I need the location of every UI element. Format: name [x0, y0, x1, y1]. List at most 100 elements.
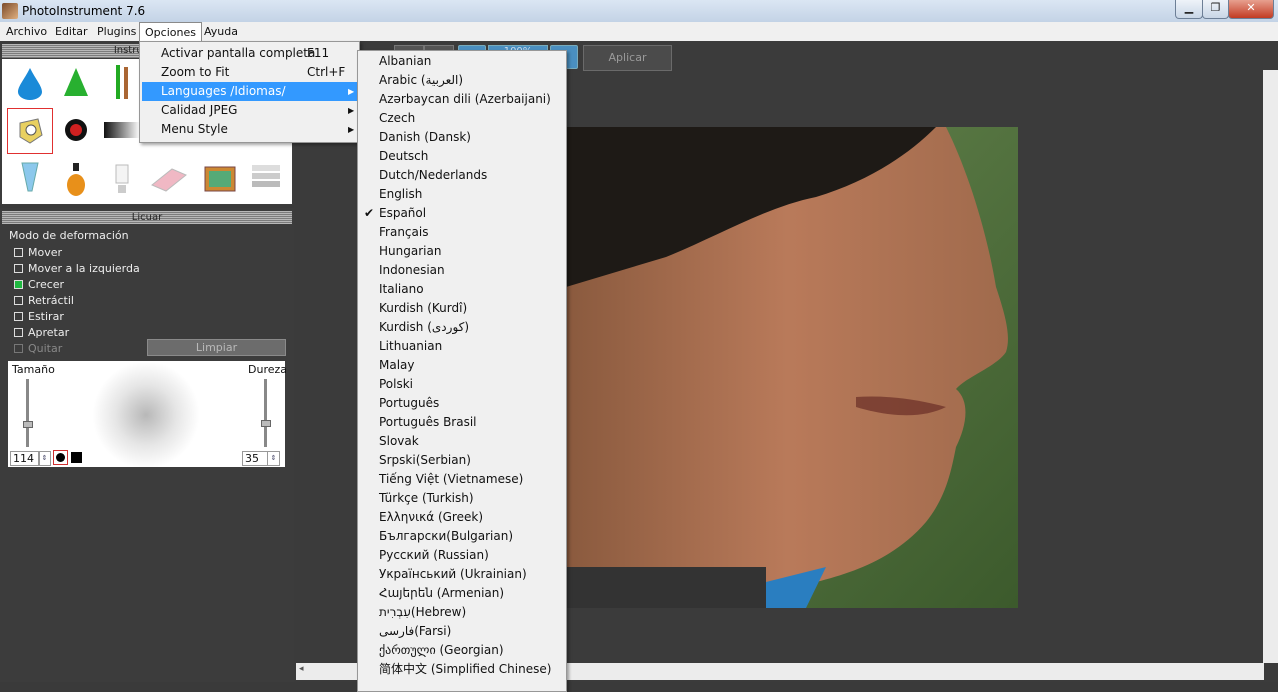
language-item[interactable]: ქართული (Georgian)	[360, 641, 564, 660]
language-item[interactable]: Arabic (العربية)	[360, 71, 564, 90]
language-item[interactable]: Dutch/Nederlands	[360, 166, 564, 185]
submenu-arrow-icon: ▶	[348, 106, 355, 115]
language-item[interactable]: Kurdish (كوردی)	[360, 318, 564, 337]
menu-archivo[interactable]: Archivo	[1, 22, 52, 41]
round-brush-button[interactable]	[53, 450, 68, 465]
language-item[interactable]: Czech	[360, 109, 564, 128]
menu-plugins[interactable]: Plugins	[92, 22, 141, 41]
language-item[interactable]: Indonesian	[360, 261, 564, 280]
language-item[interactable]: Azərbaycan dili (Azerbaijani)	[360, 90, 564, 109]
glass-tool[interactable]	[8, 157, 52, 201]
size-input[interactable]: 114	[10, 451, 40, 466]
checkbox-icon[interactable]	[14, 328, 23, 337]
size-slider[interactable]	[26, 379, 29, 447]
brush-tool[interactable]	[100, 61, 144, 105]
photo-canvas[interactable]	[566, 127, 1018, 608]
language-item[interactable]: Srpski(Serbian)	[360, 451, 564, 470]
menu-item-jpeg-quality[interactable]: Calidad JPEG ▶	[142, 101, 357, 120]
liquify-tool[interactable]	[7, 108, 53, 154]
language-item[interactable]: Français	[360, 223, 564, 242]
size-slider-handle[interactable]	[23, 421, 33, 428]
window-title: PhotoInstrument 7.6	[22, 4, 146, 18]
red-eye-tool[interactable]	[54, 108, 98, 152]
menu-ayuda[interactable]: Ayuda	[199, 22, 243, 41]
option-estirar[interactable]: Estirar	[14, 310, 64, 324]
menu-item-fullscreen[interactable]: Activar pantalla completa F11	[142, 44, 357, 63]
menu-item-menu-style[interactable]: Menu Style ▶	[142, 120, 357, 139]
language-item[interactable]: Български(Bulgarian)	[360, 527, 564, 546]
language-item[interactable]: English	[360, 185, 564, 204]
option-mover[interactable]: Mover	[14, 246, 62, 260]
eraser-tool[interactable]	[146, 157, 190, 201]
language-item[interactable]: Tiếng Việt (Vietnamese)	[360, 470, 564, 489]
language-item[interactable]: Український (Ukrainian)	[360, 565, 564, 584]
language-item[interactable]: Malay	[360, 356, 564, 375]
option-retractil[interactable]: Retráctil	[14, 294, 74, 308]
options-menu: Activar pantalla completa F11 Zoom to Fit…	[139, 41, 360, 143]
option-quitar: Quitar	[14, 342, 62, 356]
language-item[interactable]: Türkçe (Turkish)	[360, 489, 564, 508]
vertical-scrollbar[interactable]	[1263, 70, 1278, 663]
clean-button[interactable]: Limpiar	[147, 339, 286, 356]
drop-tool[interactable]	[8, 61, 52, 105]
option-mover-izquierda[interactable]: Mover a la izquierda	[14, 262, 140, 276]
scroll-left-icon[interactable]: ◂	[299, 664, 304, 674]
picture-tool[interactable]	[198, 157, 242, 201]
apply-button[interactable]: Aplicar	[583, 45, 672, 71]
bulb-tool[interactable]	[100, 157, 144, 201]
checkbox-checked-icon[interactable]	[14, 280, 23, 289]
hardness-input[interactable]: 35	[242, 451, 268, 466]
menu-item-zoom-fit[interactable]: Zoom to Fit Ctrl+F	[142, 63, 357, 82]
checkbox-icon	[14, 344, 23, 353]
language-item[interactable]: Հայերեն (Armenian)	[360, 584, 564, 603]
brush-preview	[90, 363, 202, 467]
language-item[interactable]: Albanian	[360, 52, 564, 71]
deformation-mode-label: Modo de deformación	[9, 229, 129, 242]
menu-opciones[interactable]: Opciones	[139, 22, 202, 41]
square-brush-button[interactable]	[71, 452, 82, 463]
hardness-slider-handle[interactable]	[261, 420, 271, 427]
languages-menu: Albanian Arabic (العربية) Azərbaycan dili …	[357, 50, 567, 692]
language-item[interactable]: فارسی(Farsi)	[360, 622, 564, 641]
maximize-button[interactable]: ❐	[1202, 0, 1229, 19]
language-item[interactable]: Slovak	[360, 432, 564, 451]
cone-tool[interactable]	[54, 61, 98, 105]
bottle-tool[interactable]	[54, 157, 98, 201]
size-spinner-icon[interactable]: ⇕	[38, 451, 51, 466]
checkbox-icon[interactable]	[14, 248, 23, 257]
hardness-slider[interactable]	[264, 379, 267, 447]
title-bar: PhotoInstrument 7.6 ▁ ❐ ✕	[0, 0, 1278, 22]
option-crecer[interactable]: Crecer	[14, 278, 64, 292]
brush-settings: Tamaño Dureza 114 ⇕ 35 ⇕	[8, 361, 287, 467]
language-item[interactable]: Polski	[360, 375, 564, 394]
gradient-tool[interactable]	[100, 108, 144, 152]
language-item[interactable]: Português	[360, 394, 564, 413]
checkbox-icon[interactable]	[14, 312, 23, 321]
language-item[interactable]: Danish (Dansk)	[360, 128, 564, 147]
checkmark-icon: ✔	[364, 206, 375, 220]
menu-editar[interactable]: Editar	[50, 22, 93, 41]
checkbox-icon[interactable]	[14, 264, 23, 273]
language-item[interactable]: 简体中文 (Simplified Chinese)	[360, 660, 564, 679]
minimize-button[interactable]: ▁	[1175, 0, 1203, 19]
language-item[interactable]: Hungarian	[360, 242, 564, 261]
app-icon	[2, 3, 18, 19]
language-item[interactable]: Deutsch	[360, 147, 564, 166]
language-item[interactable]: ✔ Español	[360, 204, 564, 223]
option-apretar[interactable]: Apretar	[14, 326, 69, 340]
language-item[interactable]: Ελληνικά (Greek)	[360, 508, 564, 527]
liquify-panel-title: Licuar	[2, 211, 292, 224]
language-item[interactable]: Italiano	[360, 280, 564, 299]
text-tool[interactable]	[244, 157, 288, 201]
language-item[interactable]: Lithuanian	[360, 337, 564, 356]
submenu-arrow-icon: ▶	[348, 125, 355, 134]
menu-item-languages[interactable]: Languages /Idiomas/▶	[142, 82, 357, 101]
language-item[interactable]: Português Brasil	[360, 413, 564, 432]
checkbox-icon[interactable]	[14, 296, 23, 305]
size-label: Tamaño	[12, 363, 55, 376]
language-item[interactable]: Kurdish (Kurdî)	[360, 299, 564, 318]
close-button[interactable]: ✕	[1228, 0, 1274, 19]
language-item[interactable]: Русский (Russian)	[360, 546, 564, 565]
language-item[interactable]: עִבְרִית(Hebrew)	[360, 603, 564, 622]
hardness-spinner-icon[interactable]: ⇕	[267, 451, 280, 466]
